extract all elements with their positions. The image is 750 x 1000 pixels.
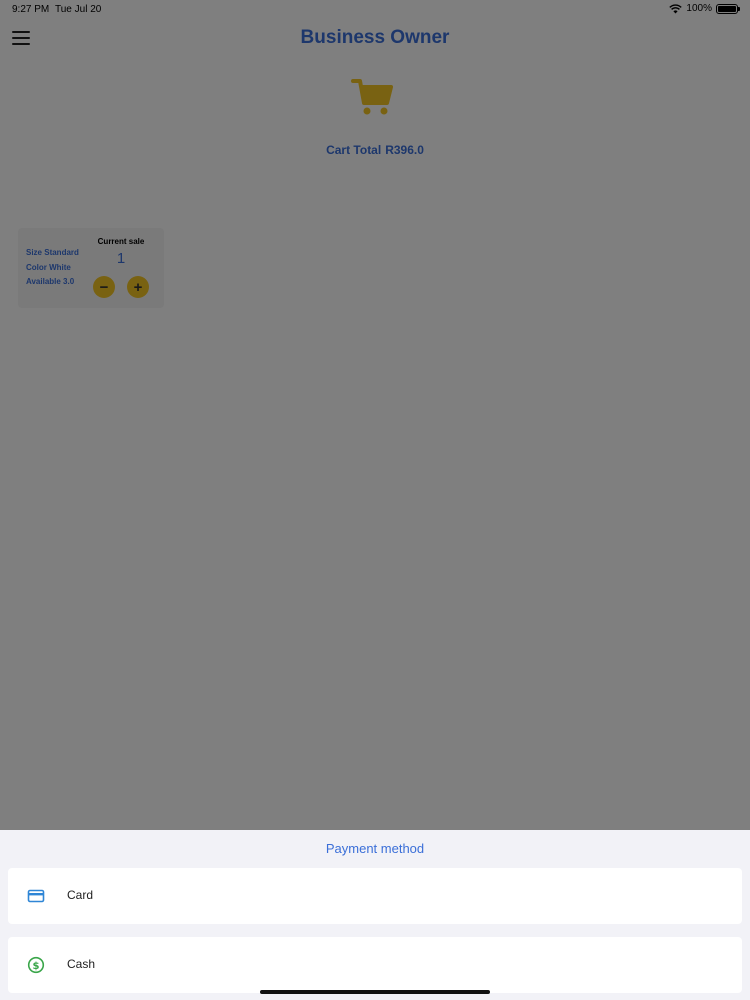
payment-option-cash[interactable]: $ Cash: [8, 937, 742, 993]
sheet-title: Payment method: [325, 841, 425, 856]
app-screen: 9:27 PM Tue Jul 20 100% Business Owner: [0, 0, 750, 1000]
payment-option-label: Card: [67, 888, 94, 902]
payment-method-sheet: Payment method Card $ Cash: [0, 830, 750, 1000]
payment-option-card[interactable]: Card: [8, 868, 742, 924]
payment-option-label: Cash: [67, 957, 96, 971]
dimmed-overlay[interactable]: [0, 0, 750, 830]
svg-text:$: $: [33, 961, 40, 972]
dollar-circle-icon: $: [27, 956, 45, 974]
credit-card-icon: [27, 887, 45, 905]
home-indicator[interactable]: [260, 990, 490, 994]
